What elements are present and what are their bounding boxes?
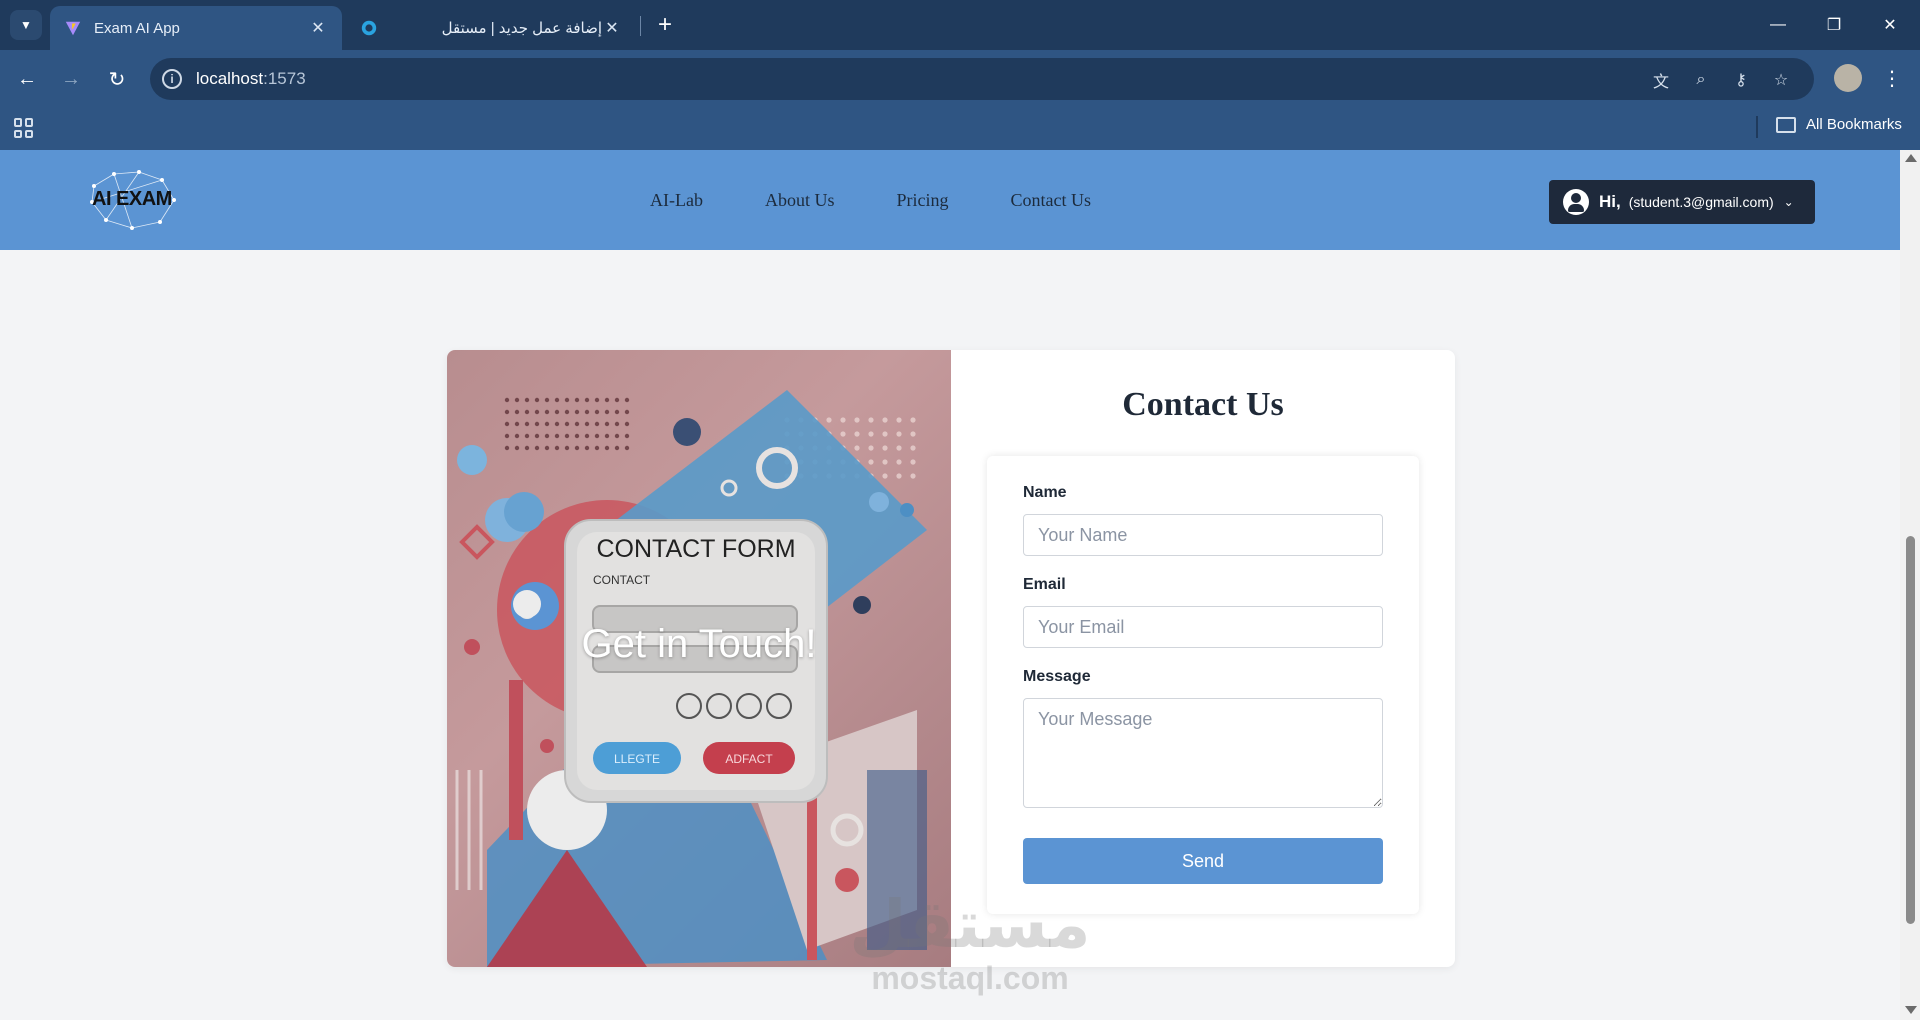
logo-text: AI EXAM (92, 188, 172, 210)
mostaql-icon (361, 20, 377, 36)
tab-exam-ai-app[interactable]: Exam AI App ✕ (50, 6, 342, 50)
contact-form-panel: Contact Us Name Email Message Send (951, 350, 1455, 967)
password-key-icon[interactable]: ⚷ (1730, 69, 1752, 91)
minimize-icon[interactable]: — (1758, 10, 1798, 40)
main-nav: AI-Lab About Us Pricing Contact Us (650, 190, 1091, 211)
user-menu-button[interactable]: Hi, (student.3@gmail.com) ⌄ (1549, 180, 1815, 224)
folder-icon (1776, 116, 1796, 133)
address-bar[interactable]: i localhost:1573 文 ⌕ ⚷ ☆ (150, 58, 1814, 100)
all-bookmarks-button[interactable]: All Bookmarks (1776, 116, 1902, 133)
tab-title: Exam AI App (94, 19, 180, 37)
bookmarks-separator (1756, 116, 1758, 138)
user-circle-icon (1563, 189, 1589, 215)
user-email: (student.3@gmail.com) (1628, 194, 1774, 210)
scroll-up-arrow-icon[interactable] (1905, 154, 1917, 162)
name-label: Name (1023, 484, 1067, 501)
zoom-icon[interactable]: ⌕ (1690, 69, 1712, 91)
tab-mostaql[interactable]: إضافة عمل جديد | مستقل ✕ (346, 6, 636, 50)
site-logo[interactable]: AI EXAM (84, 166, 180, 232)
close-icon[interactable]: ✕ (308, 18, 328, 38)
tab-separator (640, 16, 641, 36)
scroll-thumb[interactable] (1906, 536, 1915, 924)
tab-title: إضافة عمل جديد | مستقل (441, 20, 602, 37)
profile-avatar[interactable] (1834, 64, 1862, 92)
new-tab-button[interactable]: + (650, 8, 680, 42)
email-label: Email (1023, 576, 1066, 593)
name-field[interactable] (1023, 514, 1383, 556)
email-field[interactable] (1023, 606, 1383, 648)
svg-text:CONTACT FORM: CONTACT FORM (596, 535, 795, 563)
tab-search-button[interactable]: ▼ (10, 10, 42, 40)
vite-icon (65, 21, 81, 36)
url-text[interactable]: localhost:1573 (196, 69, 306, 89)
get-in-touch-heading: Get in Touch! (581, 622, 817, 666)
nav-pricing[interactable]: Pricing (897, 190, 949, 211)
chevron-down-icon: ⌄ (1783, 195, 1794, 209)
contact-illustration: CONTACT FORM CONTACT LLEGTE ADFACT Get i… (447, 350, 951, 967)
bookmarks-bar: All Bookmarks (0, 108, 1920, 150)
message-field[interactable] (1023, 698, 1383, 808)
page-scrollbar[interactable] (1900, 150, 1920, 1020)
site-info-icon[interactable]: i (162, 69, 182, 89)
user-greeting: Hi, (1599, 192, 1621, 211)
nav-ai-lab[interactable]: AI-Lab (650, 190, 703, 211)
reload-icon[interactable]: ↻ (102, 64, 132, 94)
browser-tab-bar: ▼ Exam AI App ✕ إضافة عمل جديد | مستقل ✕… (0, 0, 1920, 50)
svg-text:LLEGTE: LLEGTE (614, 752, 660, 766)
restore-icon[interactable]: ❐ (1814, 10, 1854, 40)
send-button[interactable]: Send (1023, 838, 1383, 884)
back-icon[interactable]: ← (12, 64, 42, 94)
svg-text:ADFACT: ADFACT (725, 752, 773, 766)
apps-grid-icon[interactable] (14, 118, 34, 138)
window-close-icon[interactable]: ✕ (1870, 10, 1910, 40)
nav-about-us[interactable]: About Us (765, 190, 835, 211)
bookmark-star-icon[interactable]: ☆ (1770, 69, 1792, 91)
translate-icon[interactable]: 文 (1650, 69, 1672, 91)
browser-menu-icon[interactable]: ⋮ (1880, 64, 1904, 92)
site-header: AI EXAM AI-Lab About Us Pricing Contact … (0, 150, 1900, 250)
message-label: Message (1023, 668, 1091, 685)
scroll-down-arrow-icon[interactable] (1905, 1006, 1917, 1014)
browser-toolbar: ← → ↻ i localhost:1573 文 ⌕ ⚷ ☆ ⋮ (0, 50, 1920, 108)
contact-form: Name Email Message Send (987, 456, 1419, 914)
contact-card: CONTACT FORM CONTACT LLEGTE ADFACT Get i… (447, 350, 1455, 967)
contact-title: Contact Us (1122, 386, 1284, 423)
all-bookmarks-label: All Bookmarks (1806, 116, 1902, 133)
page-viewport: AI EXAM AI-Lab About Us Pricing Contact … (0, 150, 1900, 1020)
mostaql-watermark: مستقل mostaql.com (820, 886, 1120, 997)
watermark-latin: mostaql.com (871, 960, 1069, 996)
svg-text:CONTACT: CONTACT (593, 573, 651, 587)
forward-icon[interactable]: → (56, 64, 86, 94)
watermark-arabic: مستقل (849, 886, 1091, 963)
close-icon[interactable]: ✕ (602, 18, 622, 38)
nav-contact-us[interactable]: Contact Us (1011, 190, 1092, 211)
